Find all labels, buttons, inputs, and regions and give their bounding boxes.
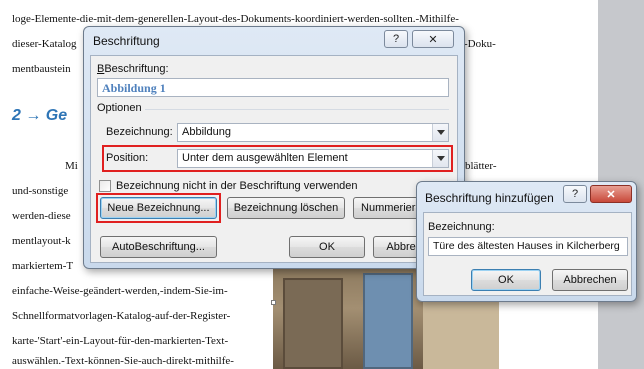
add-dialog-body: Bezeichnung: Türe des ältesten Hauses in… xyxy=(423,212,632,296)
delete-label-button[interactable]: Bezeichnung löschen xyxy=(227,197,345,219)
caption-dialog: Beschriftung ? ✕ BBeschriftung: Abbildun… xyxy=(83,26,465,269)
ok-button[interactable]: OK xyxy=(289,236,365,258)
add-label-input[interactable]: Türe des ältesten Hauses in Kilcherberg xyxy=(428,237,628,256)
doc-line: karte-'Start'-ein-Layout-für-den-markier… xyxy=(12,335,229,347)
doc-heading: 2 → Ge xyxy=(12,107,68,124)
selection-handle[interactable] xyxy=(271,300,276,305)
close-button[interactable]: ✕ xyxy=(590,185,632,203)
doc-line: auswählen.-Text-können-Sie-auch-direkt-m… xyxy=(12,355,234,367)
label-select[interactable]: Abbildung xyxy=(177,123,449,142)
photo-door-right xyxy=(363,273,413,369)
doc-line: und-sonstige xyxy=(12,185,69,197)
help-button[interactable]: ? xyxy=(384,30,408,48)
doc-line: markiertem-T xyxy=(12,260,74,272)
doc-line: Mi xyxy=(65,160,78,172)
label-select-value: Abbildung xyxy=(182,126,231,138)
add-cancel-button[interactable]: Abbrechen xyxy=(552,269,628,291)
add-label-label: Bezeichnung: xyxy=(428,221,495,233)
caption-label: BBeschriftung: xyxy=(97,63,169,75)
doc-line: blätter- xyxy=(465,160,497,172)
doc-line: dieser-Katalog xyxy=(12,38,77,50)
exclude-label-text: Bezeichnung nicht in der Beschriftung ve… xyxy=(116,180,358,192)
options-separator xyxy=(145,109,449,110)
doc-line: Schnellformatvorlagen-Katalog-auf-der-Re… xyxy=(12,310,231,322)
new-label-highlight xyxy=(96,193,221,223)
doc-line: -Doku- xyxy=(464,38,496,50)
add-dialog-title: Beschriftung hinzufügen xyxy=(425,191,554,205)
doc-line: werden-diese xyxy=(12,210,71,222)
caption-dialog-title: Beschriftung xyxy=(93,34,160,48)
doc-line: mentbaustein xyxy=(12,63,71,75)
options-group-label: Optionen xyxy=(97,102,142,114)
photo-door-left xyxy=(283,278,343,369)
exclude-label-checkbox[interactable] xyxy=(99,180,111,192)
help-button[interactable]: ? xyxy=(563,185,587,203)
add-ok-button[interactable]: OK xyxy=(471,269,541,291)
doc-line: einfache-Weise-geändert-werden,-indem-Si… xyxy=(12,285,228,297)
chevron-down-icon[interactable] xyxy=(432,124,448,141)
doc-line: mentlayout-k xyxy=(12,235,71,247)
close-button[interactable]: ✕ xyxy=(412,30,454,48)
label-field-label: Bezeichnung: xyxy=(106,126,173,138)
add-caption-dialog: Beschriftung hinzufügen ? ✕ Bezeichnung:… xyxy=(416,181,637,302)
autocaption-button[interactable]: AutoBeschriftung... xyxy=(100,236,217,258)
doc-line: loge-Elemente-die-mit-dem-generellen-Lay… xyxy=(12,13,459,25)
caption-input[interactable]: Abbildung 1 xyxy=(97,78,449,97)
position-highlight xyxy=(102,145,453,172)
caption-dialog-body: BBeschriftung: Abbildung 1 Optionen Beze… xyxy=(90,55,458,263)
